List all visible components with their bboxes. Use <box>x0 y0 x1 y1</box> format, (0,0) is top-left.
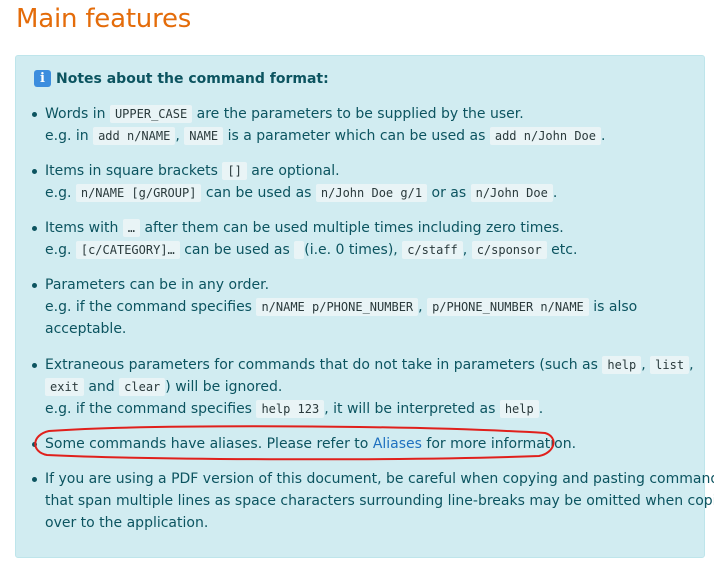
note-text: is a parameter which can be used as <box>223 128 490 144</box>
note-line: Words in UPPER_CASE are the parameters t… <box>45 103 675 125</box>
code-snippet: help 123 <box>256 400 325 418</box>
annotation-stroke <box>34 425 555 461</box>
note-text: and <box>83 379 120 395</box>
note-item-any-order: Parameters can be in any order. e.g. if … <box>32 274 675 340</box>
note-text: Extraneous parameters for commands that … <box>45 357 603 373</box>
note-item-extraneous: Extraneous parameters for commands that … <box>32 354 694 420</box>
note-text: , it will be interpreted as <box>324 401 500 417</box>
red-circle-annotation <box>34 425 555 461</box>
note-text: are optional. <box>246 163 340 179</box>
note-text: Parameters can be in any order. <box>45 277 270 293</box>
note-line: Items in square brackets [] are optional… <box>45 160 675 182</box>
note-text: over to the application. <box>45 515 209 531</box>
note-line: Items with … after them can be used mult… <box>45 217 675 239</box>
code-snippet: add n/NAME <box>93 127 176 145</box>
code-snippet: UPPER_CASE <box>109 105 193 123</box>
note-text: (i.e. 0 times), <box>304 242 403 258</box>
note-line: e.g. if the command specifies help 123, … <box>45 398 675 420</box>
note-text: , <box>641 357 651 373</box>
note-line: e.g. if the command specifies n/NAME p/P… <box>45 296 675 318</box>
page-title: Main features <box>16 4 192 34</box>
code-snippet: n/John Doe <box>470 184 553 202</box>
note-text: e.g. in <box>45 128 94 144</box>
note-text: e.g. if the command specifies <box>45 299 257 315</box>
note-item-pdf: If you are using a PDF version of this d… <box>32 468 714 534</box>
code-snippet: NAME <box>184 127 224 145</box>
note-item-repeat: Items with … after them can be used mult… <box>32 217 675 261</box>
note-text: Items in square brackets <box>45 163 223 179</box>
info-icon: i <box>34 70 51 87</box>
note-text: e.g. <box>45 185 76 201</box>
note-text: are the parameters to be supplied by the… <box>192 106 524 122</box>
code-snippet: c/sponsor <box>471 241 547 259</box>
code-snippet: exit <box>45 378 84 396</box>
note-line: e.g. [c/CATEGORY]… can be used as (i.e. … <box>45 239 675 261</box>
code-snippet: … <box>122 219 140 237</box>
note-line: that span multiple lines as space charac… <box>45 490 714 512</box>
note-text: can be used as <box>201 185 316 201</box>
note-text: ) will be ignored. <box>165 379 283 395</box>
code-snippet: add n/John Doe <box>489 127 601 145</box>
code-snippet: clear <box>119 378 166 396</box>
code-snippet: n/NAME [g/GROUP] <box>75 184 202 202</box>
code-snippet: [c/CATEGORY]… <box>75 241 180 259</box>
code-snippet: help <box>602 356 642 374</box>
code-snippet: p/PHONE_NUMBER n/NAME <box>427 298 589 316</box>
code-snippet: [] <box>222 162 247 180</box>
notes-heading-text: Notes about the command format: <box>56 70 329 87</box>
note-text: e.g. <box>45 242 76 258</box>
code-snippet: help <box>499 400 539 418</box>
note-text: If you are using a PDF version of this d… <box>45 471 714 487</box>
note-line: Parameters can be in any order. <box>45 274 675 296</box>
code-snippet: list <box>650 356 690 374</box>
note-text: or as <box>427 185 471 201</box>
notes-heading: i Notes about the command format: <box>34 70 329 87</box>
note-text: after them can be used multiple times in… <box>140 220 564 236</box>
note-line: e.g. in add n/NAME, NAME is a parameter … <box>45 125 675 147</box>
note-text: can be used as <box>179 242 295 258</box>
code-snippet-empty <box>294 241 305 259</box>
note-line: e.g. n/NAME [g/GROUP] can be used as n/J… <box>45 182 675 204</box>
note-text: . <box>538 401 544 417</box>
code-snippet: c/staff <box>402 241 463 259</box>
note-text: . <box>552 185 558 201</box>
note-text: , <box>175 128 185 144</box>
note-line: Extraneous parameters for commands that … <box>45 354 694 376</box>
note-text: Words in <box>45 106 110 122</box>
note-line: over to the application. <box>45 512 675 534</box>
note-text: etc. <box>546 242 578 258</box>
note-text: , <box>689 357 694 373</box>
note-text: , <box>462 242 472 258</box>
note-text: acceptable. <box>45 321 127 337</box>
note-line: acceptable. <box>45 318 675 340</box>
note-text: e.g. if the command specifies <box>45 401 257 417</box>
note-item-upper-case: Words in UPPER_CASE are the parameters t… <box>32 103 675 147</box>
note-text: is also <box>588 299 638 315</box>
note-line: exit and clear) will be ignored. <box>45 376 675 398</box>
note-line: If you are using a PDF version of this d… <box>45 468 714 490</box>
note-text: that span multiple lines as space charac… <box>45 493 714 509</box>
code-snippet: n/NAME p/PHONE_NUMBER <box>256 298 419 316</box>
note-text: Items with <box>45 220 123 236</box>
note-item-optional: Items in square brackets [] are optional… <box>32 160 675 204</box>
code-snippet: n/John Doe g/1 <box>315 184 428 202</box>
note-text: . <box>601 128 606 144</box>
note-text: , <box>418 299 428 315</box>
